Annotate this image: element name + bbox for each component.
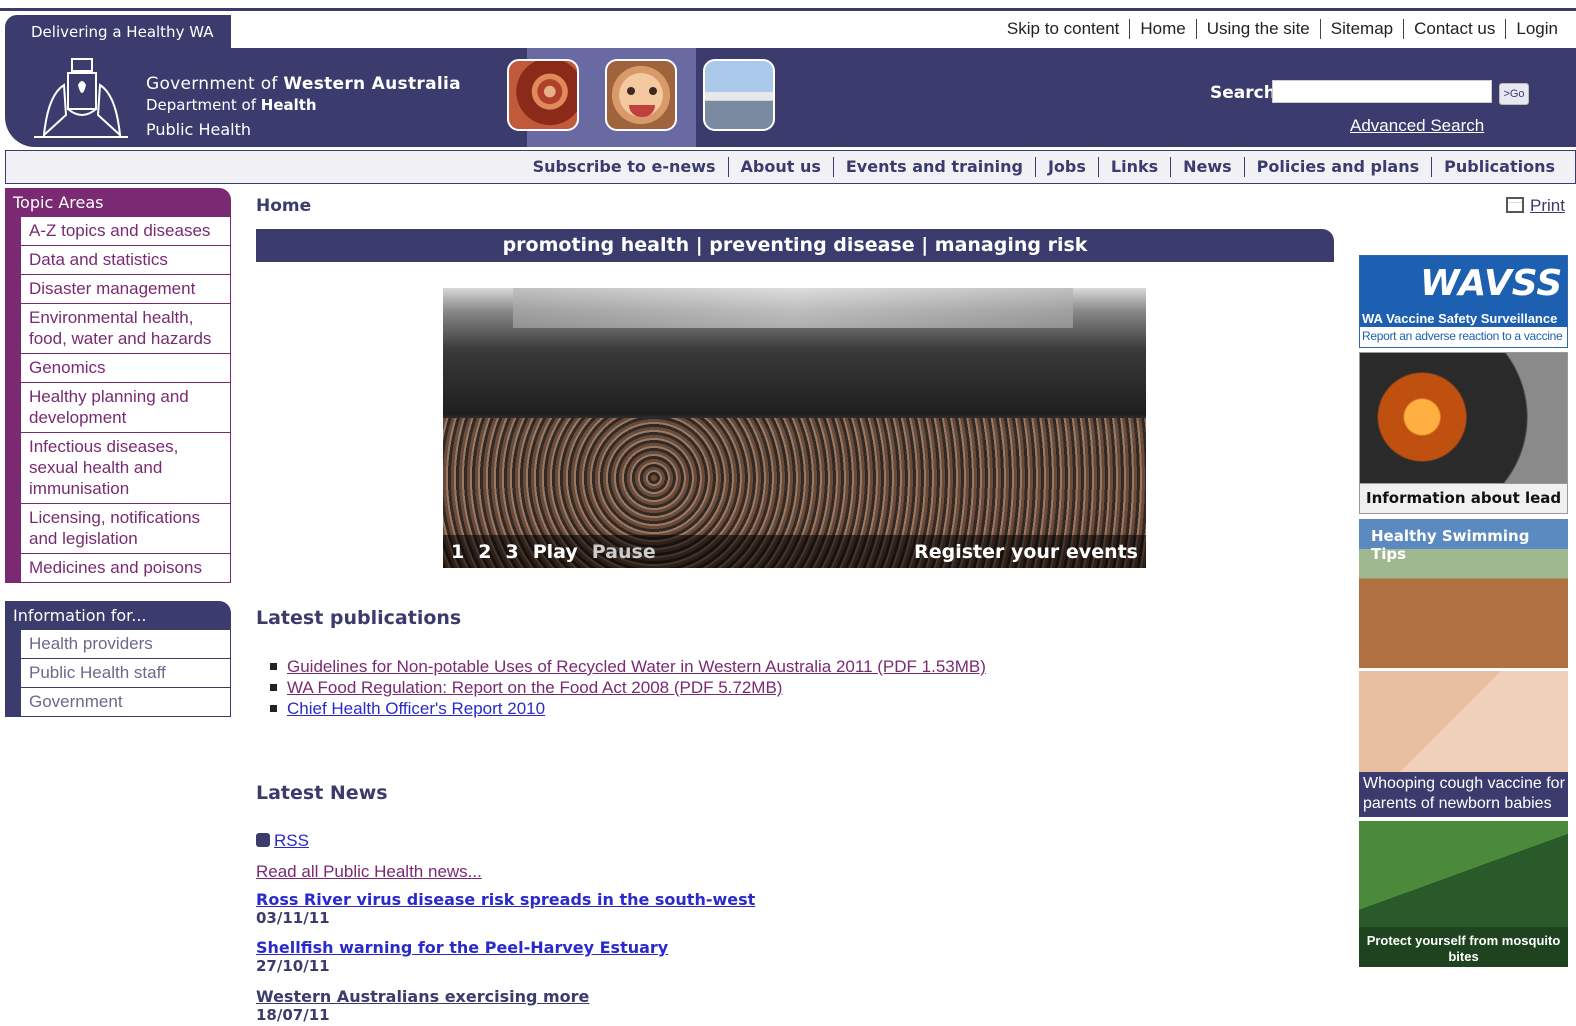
sidebar-item-disaster-management[interactable]: Disaster management — [5, 275, 231, 304]
list-item: Chief Health Officer's Report 2010 — [270, 698, 986, 719]
topic-areas-menu: Topic Areas A-Z topics and diseases Data… — [5, 188, 231, 583]
search-go-button[interactable]: >Go — [1499, 83, 1529, 105]
whooping-cough-promo[interactable]: Whooping cough vaccine for parents of ne… — [1359, 671, 1568, 817]
main-nav: Subscribe to e-news About us Events and … — [5, 150, 1576, 184]
pause-button[interactable]: Pause — [592, 541, 656, 563]
nav-jobs[interactable]: Jobs — [1034, 157, 1098, 177]
sidebar-item-health-providers[interactable]: Health providers — [5, 630, 231, 659]
sidebar-item-infectious-diseases[interactable]: Infectious diseases, sexual health and i… — [5, 433, 231, 504]
nav-publications[interactable]: Publications — [1431, 157, 1567, 177]
read-all-news-link[interactable]: Read all Public Health news... — [256, 862, 482, 882]
wavss-subtitle: Report an adverse reaction to a vaccine — [1362, 329, 1563, 343]
sidebar-item-medicines-poisons[interactable]: Medicines and poisons — [5, 554, 231, 583]
sidebar-item-government[interactable]: Government — [5, 688, 231, 717]
search-label: Search — [1210, 83, 1276, 103]
sidebar-item-data-statistics[interactable]: Data and statistics — [5, 246, 231, 275]
information-for-menu: Information for... Health providers Publ… — [5, 601, 231, 717]
department-name: Government of Western Australia Departme… — [146, 74, 461, 139]
lead-info-caption: Information about lead — [1360, 483, 1567, 513]
breadcrumb: Home — [256, 196, 312, 216]
search-input[interactable] — [1272, 80, 1492, 103]
topic-areas-heading: Topic Areas — [5, 188, 231, 217]
sidebar-item-az-topics[interactable]: A-Z topics and diseases — [5, 217, 231, 246]
sidebar-item-healthy-planning[interactable]: Healthy planning and development — [5, 383, 231, 433]
slide-2-button[interactable]: 2 — [478, 541, 491, 563]
slide-3-button[interactable]: 3 — [505, 541, 518, 563]
latest-news-heading: Latest News — [256, 782, 388, 804]
utility-sitemap[interactable]: Sitemap — [1319, 19, 1403, 39]
latest-publications-heading: Latest publications — [256, 607, 462, 629]
slideshow-controls: 1 2 3 Play Pause Register your events — [443, 535, 1146, 568]
wavss-promo[interactable]: WAVSS WA Vaccine Safety Surveillance Rep… — [1359, 255, 1568, 348]
publications-list: Guidelines for Non-potable Uses of Recyc… — [270, 656, 986, 719]
sidebar-item-genomics[interactable]: Genomics — [5, 354, 231, 383]
list-item: WA Food Regulation: Report on the Food A… — [270, 677, 986, 698]
nav-news[interactable]: News — [1170, 157, 1244, 177]
wavss-logo: WAVSS — [1360, 256, 1567, 311]
lead-info-promo[interactable]: Information about lead — [1359, 352, 1568, 514]
wa-crest-logo[interactable] — [34, 55, 128, 141]
news-title-link[interactable]: Ross River virus disease risk spreads in… — [256, 890, 755, 909]
top-rule — [0, 8, 1576, 11]
sidebar-item-public-health-staff[interactable]: Public Health staff — [5, 659, 231, 688]
publication-link[interactable]: WA Food Regulation: Report on the Food A… — [287, 678, 782, 697]
slide-image-stage — [513, 288, 1073, 328]
slide-1-button[interactable]: 1 — [451, 541, 464, 563]
news-date: 27/10/11 — [256, 957, 330, 975]
play-button[interactable]: Play — [533, 541, 578, 563]
news-title-link[interactable]: Western Australians exercising more — [256, 987, 589, 1006]
news-item: Western Australians exercising more 18/0… — [256, 987, 589, 1024]
sidebar-item-licensing[interactable]: Licensing, notifications and legislation — [5, 504, 231, 554]
whooping-cough-caption: Whooping cough vaccine for parents of ne… — [1359, 772, 1568, 817]
rss-link[interactable]: RSS — [256, 831, 309, 851]
sidebar-item-environmental-health[interactable]: Environmental health, food, water and ha… — [5, 304, 231, 354]
nav-policies-plans[interactable]: Policies and plans — [1243, 157, 1431, 177]
header-photo-landscape — [703, 59, 775, 131]
header-photo-art — [507, 59, 579, 131]
utility-nav: Skip to content Home Using the site Site… — [997, 19, 1568, 39]
nav-links[interactable]: Links — [1097, 157, 1170, 177]
news-date: 18/07/11 — [256, 1006, 330, 1024]
advanced-search-link[interactable]: Advanced Search — [1350, 116, 1484, 136]
swimming-tips-promo[interactable]: Healthy Swimming Tips — [1359, 519, 1568, 668]
publication-link[interactable]: Guidelines for Non-potable Uses of Recyc… — [287, 657, 986, 676]
mosquito-caption: Protect yourself from mosquito bites — [1359, 927, 1568, 967]
utility-login[interactable]: Login — [1505, 19, 1568, 39]
utility-skip-to-content[interactable]: Skip to content — [997, 19, 1129, 39]
swimming-tips-caption: Healthy Swimming Tips — [1371, 527, 1530, 563]
site-tagline: Delivering a Healthy WA — [5, 15, 231, 48]
nav-events-training[interactable]: Events and training — [832, 157, 1035, 177]
nav-subscribe-enews[interactable]: Subscribe to e-news — [521, 157, 728, 177]
rss-icon — [256, 833, 270, 847]
event-slideshow[interactable]: 1 2 3 Play Pause Register your events — [443, 288, 1146, 568]
header-photo-child — [605, 59, 677, 131]
utility-home[interactable]: Home — [1129, 19, 1195, 39]
news-date: 03/11/11 — [256, 909, 330, 927]
slogan-banner: promoting health | preventing disease | … — [256, 229, 1334, 262]
wavss-title: WA Vaccine Safety Surveillance — [1360, 311, 1567, 327]
utility-contact-us[interactable]: Contact us — [1403, 19, 1505, 39]
printer-icon — [1506, 197, 1524, 213]
news-title-link[interactable]: Shellfish warning for the Peel-Harvey Es… — [256, 938, 668, 957]
information-for-heading: Information for... — [5, 601, 231, 630]
news-item: Ross River virus disease risk spreads in… — [256, 890, 755, 927]
nav-about-us[interactable]: About us — [727, 157, 833, 177]
news-item: Shellfish warning for the Peel-Harvey Es… — [256, 938, 668, 975]
utility-using-the-site[interactable]: Using the site — [1195, 19, 1320, 39]
mosquito-promo[interactable]: Protect yourself from mosquito bites — [1359, 821, 1568, 967]
publication-link[interactable]: Chief Health Officer's Report 2010 — [287, 699, 545, 718]
list-item: Guidelines for Non-potable Uses of Recyc… — [270, 656, 986, 677]
print-link[interactable]: Print — [1506, 196, 1565, 216]
slide-caption-link[interactable]: Register your events — [914, 541, 1138, 563]
